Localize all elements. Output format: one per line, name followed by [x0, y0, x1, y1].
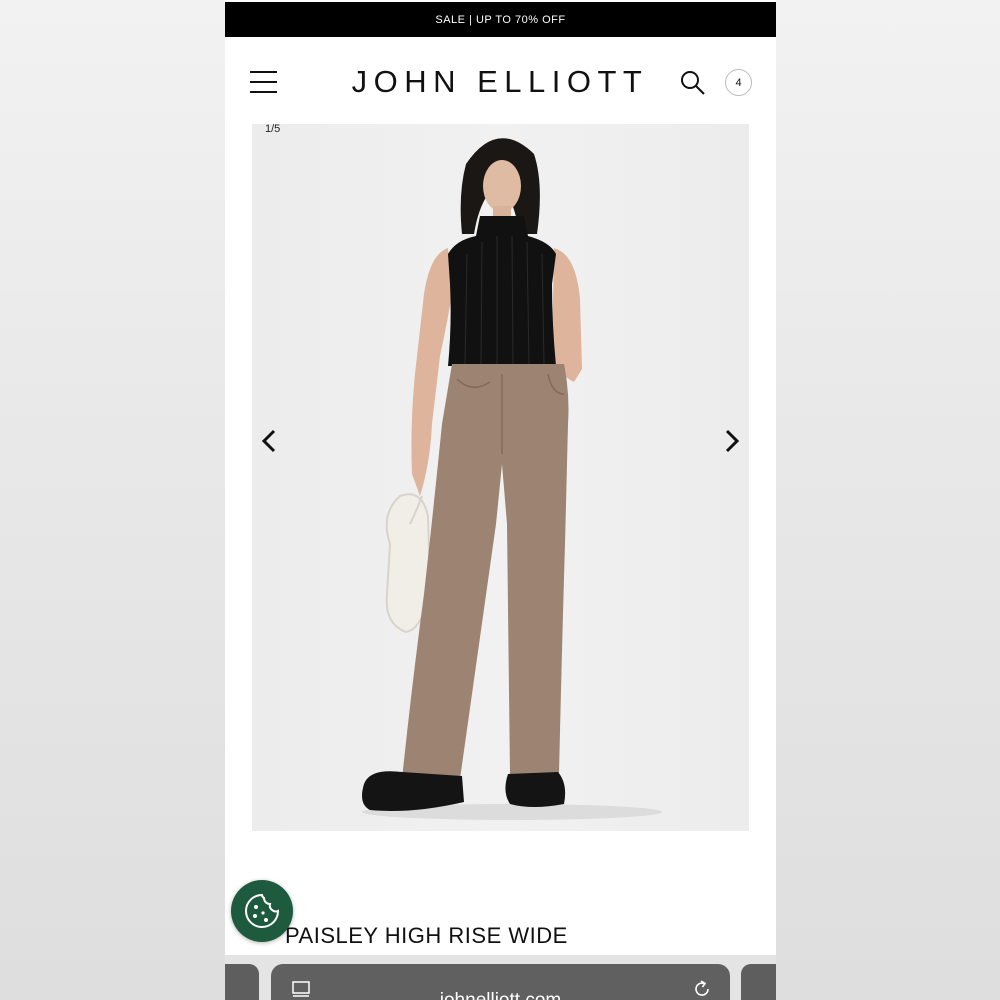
- cookie-icon: [245, 893, 280, 928]
- previous-tab[interactable]: [225, 964, 259, 1000]
- promo-text: SALE | UP TO 70% OFF: [435, 13, 566, 26]
- product-image: [362, 138, 662, 820]
- menu-icon[interactable]: [250, 71, 277, 93]
- phone-screen: SALE | UP TO 70% OFF JOHN ELLIOTT 4 1/5 …: [225, 0, 776, 1000]
- product-gallery[interactable]: 1/5: [252, 124, 749, 831]
- promo-banner[interactable]: SALE | UP TO 70% OFF: [225, 2, 776, 37]
- browser-toolbar: johnelliott.com: [225, 955, 776, 1000]
- cookie-settings-button[interactable]: [231, 880, 293, 942]
- url-text: johnelliott.com: [271, 991, 730, 1000]
- address-bar[interactable]: johnelliott.com: [271, 964, 730, 1000]
- product-title: PAISLEY HIGH RISE WIDE: [285, 923, 568, 948]
- image-counter: 1/5: [265, 124, 281, 135]
- brand-logo[interactable]: JOHN ELLIOTT: [343, 64, 657, 100]
- site-header: JOHN ELLIOTT 4: [225, 38, 776, 124]
- cart-button[interactable]: 4: [725, 69, 752, 96]
- chevron-left-icon[interactable]: [258, 427, 282, 455]
- next-tab[interactable]: [741, 964, 776, 1000]
- reload-icon[interactable]: [691, 978, 713, 1000]
- chevron-right-icon[interactable]: [719, 427, 743, 455]
- cart-count: 4: [735, 76, 742, 89]
- search-icon[interactable]: [680, 70, 706, 96]
